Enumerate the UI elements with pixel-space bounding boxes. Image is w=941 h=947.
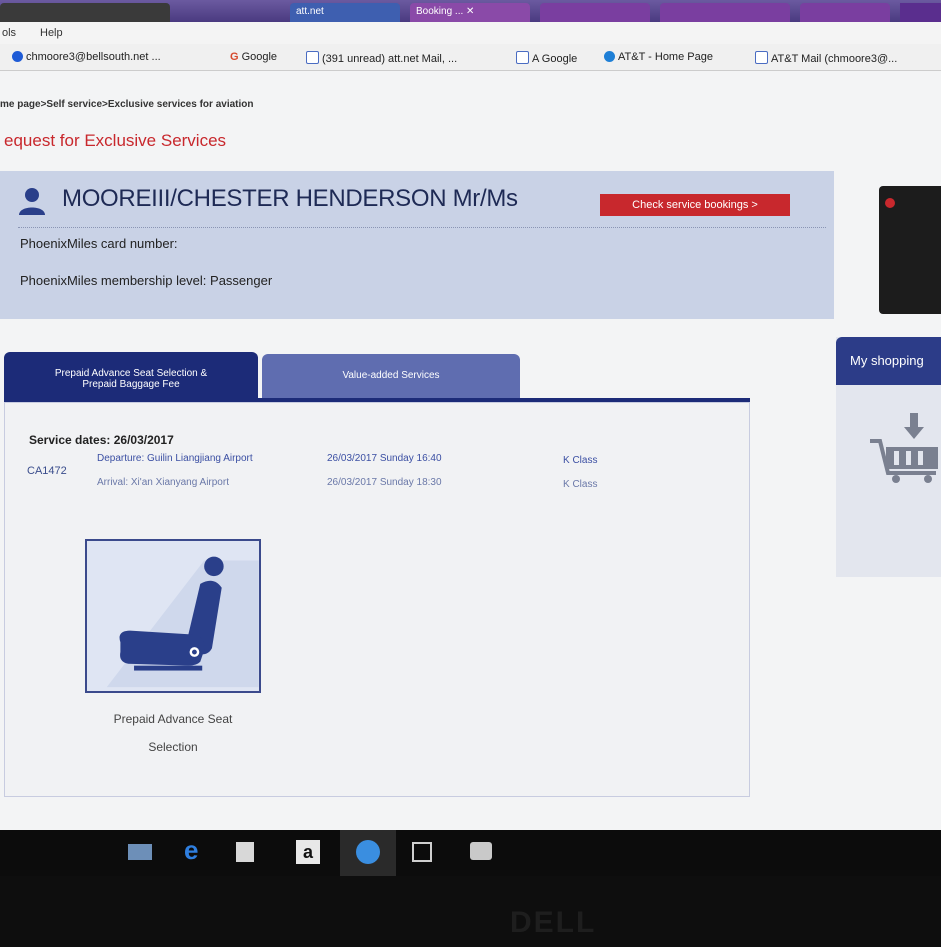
globe-icon [12, 51, 23, 62]
departure-time: 26/03/2017 Sunday 16:40 [327, 453, 442, 464]
page-icon [516, 51, 529, 64]
shopping-title: My shopping [836, 337, 941, 385]
taskbar: e a [0, 830, 941, 876]
browser-tab-5[interactable] [660, 3, 790, 22]
amazon-icon[interactable]: a [296, 840, 320, 864]
card-number-label: PhoenixMiles card number: [20, 236, 178, 251]
calculator-icon[interactable] [412, 842, 432, 862]
menu-bar: ols Help [0, 22, 941, 44]
bookmark-label: chmoore3@bellsouth.net ... [26, 51, 161, 63]
arrival-time: 26/03/2017 Sunday 18:30 [327, 477, 442, 488]
ie-icon[interactable] [356, 840, 380, 864]
tab-label-line2: Prepaid Baggage Fee [82, 379, 180, 390]
bookmark-att-mail[interactable]: (391 unread) att.net Mail, ... [306, 51, 457, 65]
service-dates: Service dates: 26/03/2017 [29, 433, 174, 447]
menu-help[interactable]: Help [40, 27, 63, 39]
breadcrumb: me page>Self service>Exclusive services … [0, 99, 254, 110]
dell-logo: DELL [510, 906, 597, 939]
google-icon: G [230, 51, 239, 63]
bookmark-att-home[interactable]: AT&T - Home Page [604, 51, 713, 63]
bookmark-label: A Google [532, 53, 578, 65]
tab-label-line1: Prepaid Advance Seat Selection & [54, 368, 208, 379]
browser-tab-booking[interactable]: Booking ... ✕ [410, 3, 530, 22]
membership-card-image [879, 186, 941, 314]
bookmark-bellsouth[interactable]: chmoore3@bellsouth.net ... [12, 51, 161, 63]
bookmarks-bar: chmoore3@bellsouth.net ... G Google (391 … [0, 44, 941, 71]
page-title: equest for Exclusive Services [4, 131, 227, 150]
laptop-bezel: DELL [0, 876, 941, 947]
menu-tools[interactable]: ols [2, 27, 16, 39]
page-icon [306, 51, 319, 64]
service-content: Service dates: 26/03/2017 CA1472 Departu… [4, 402, 750, 797]
shopping-panel: My shopping [836, 337, 941, 577]
passenger-panel: MOOREIII/CHESTER HENDERSON Mr/Ms Check s… [0, 171, 834, 319]
yahoo-tab[interactable] [900, 3, 941, 22]
web-page: me page>Self service>Exclusive services … [0, 71, 941, 830]
shopping-cart-icon[interactable] [866, 413, 941, 483]
store-icon[interactable] [236, 842, 254, 862]
bookmark-label: AT&T Mail (chmoore3@... [771, 53, 898, 65]
browser-tab-att[interactable]: att.net [290, 3, 400, 22]
check-service-bookings-button[interactable]: Check service bookings > [600, 194, 790, 216]
departure-class: K Class [563, 455, 598, 466]
browser-tab-6[interactable] [800, 3, 890, 22]
bookmark-att-mail-2[interactable]: AT&T Mail (chmoore3@... [755, 51, 897, 65]
seat-icon [106, 556, 259, 688]
browser-tab-strip: att.net Booking ... ✕ [0, 0, 941, 22]
edge-icon[interactable]: e [184, 837, 208, 864]
tab-value-added-services[interactable]: Value-added Services [262, 354, 520, 398]
arrival-airport: Arrival: Xi'an Xianyang Airport [97, 477, 229, 488]
flight-number: CA1472 [27, 465, 67, 477]
tab-prepaid-seat-baggage[interactable]: Prepaid Advance Seat Selection & Prepaid… [4, 352, 258, 398]
bookmark-label: AT&T - Home Page [618, 51, 713, 63]
bookmark-label: (391 unread) att.net Mail, ... [322, 53, 458, 65]
bookmark-google[interactable]: G Google [230, 51, 277, 63]
departure-airport: Departure: Guilin Liangjiang Airport [97, 453, 253, 464]
screen: att.net Booking ... ✕ ols Help chmoore3@… [0, 0, 941, 830]
divider [18, 227, 826, 228]
page-icon [755, 51, 768, 64]
browser-tab-4[interactable] [540, 3, 650, 22]
seat-option-line2: Selection [148, 740, 198, 754]
file-explorer-icon[interactable] [128, 844, 152, 860]
bookmark-label: Google [241, 51, 278, 63]
person-icon [19, 188, 45, 215]
passenger-name: MOOREIII/CHESTER HENDERSON Mr/Ms [62, 185, 518, 212]
prepaid-seat-option[interactable] [85, 539, 261, 693]
seat-option-label: Prepaid Advance Seat Selection [85, 705, 261, 761]
bookmark-a-google[interactable]: A Google [516, 51, 577, 65]
membership-level-label: PhoenixMiles membership level: Passenger [20, 273, 273, 288]
phoenix-logo-icon [885, 198, 895, 208]
att-icon [604, 51, 615, 62]
seat-option-line1: Prepaid Advance Seat [113, 712, 233, 726]
arrival-class: K Class [563, 479, 598, 490]
photos-icon[interactable] [470, 842, 492, 860]
browser-tab-1[interactable] [0, 3, 170, 22]
